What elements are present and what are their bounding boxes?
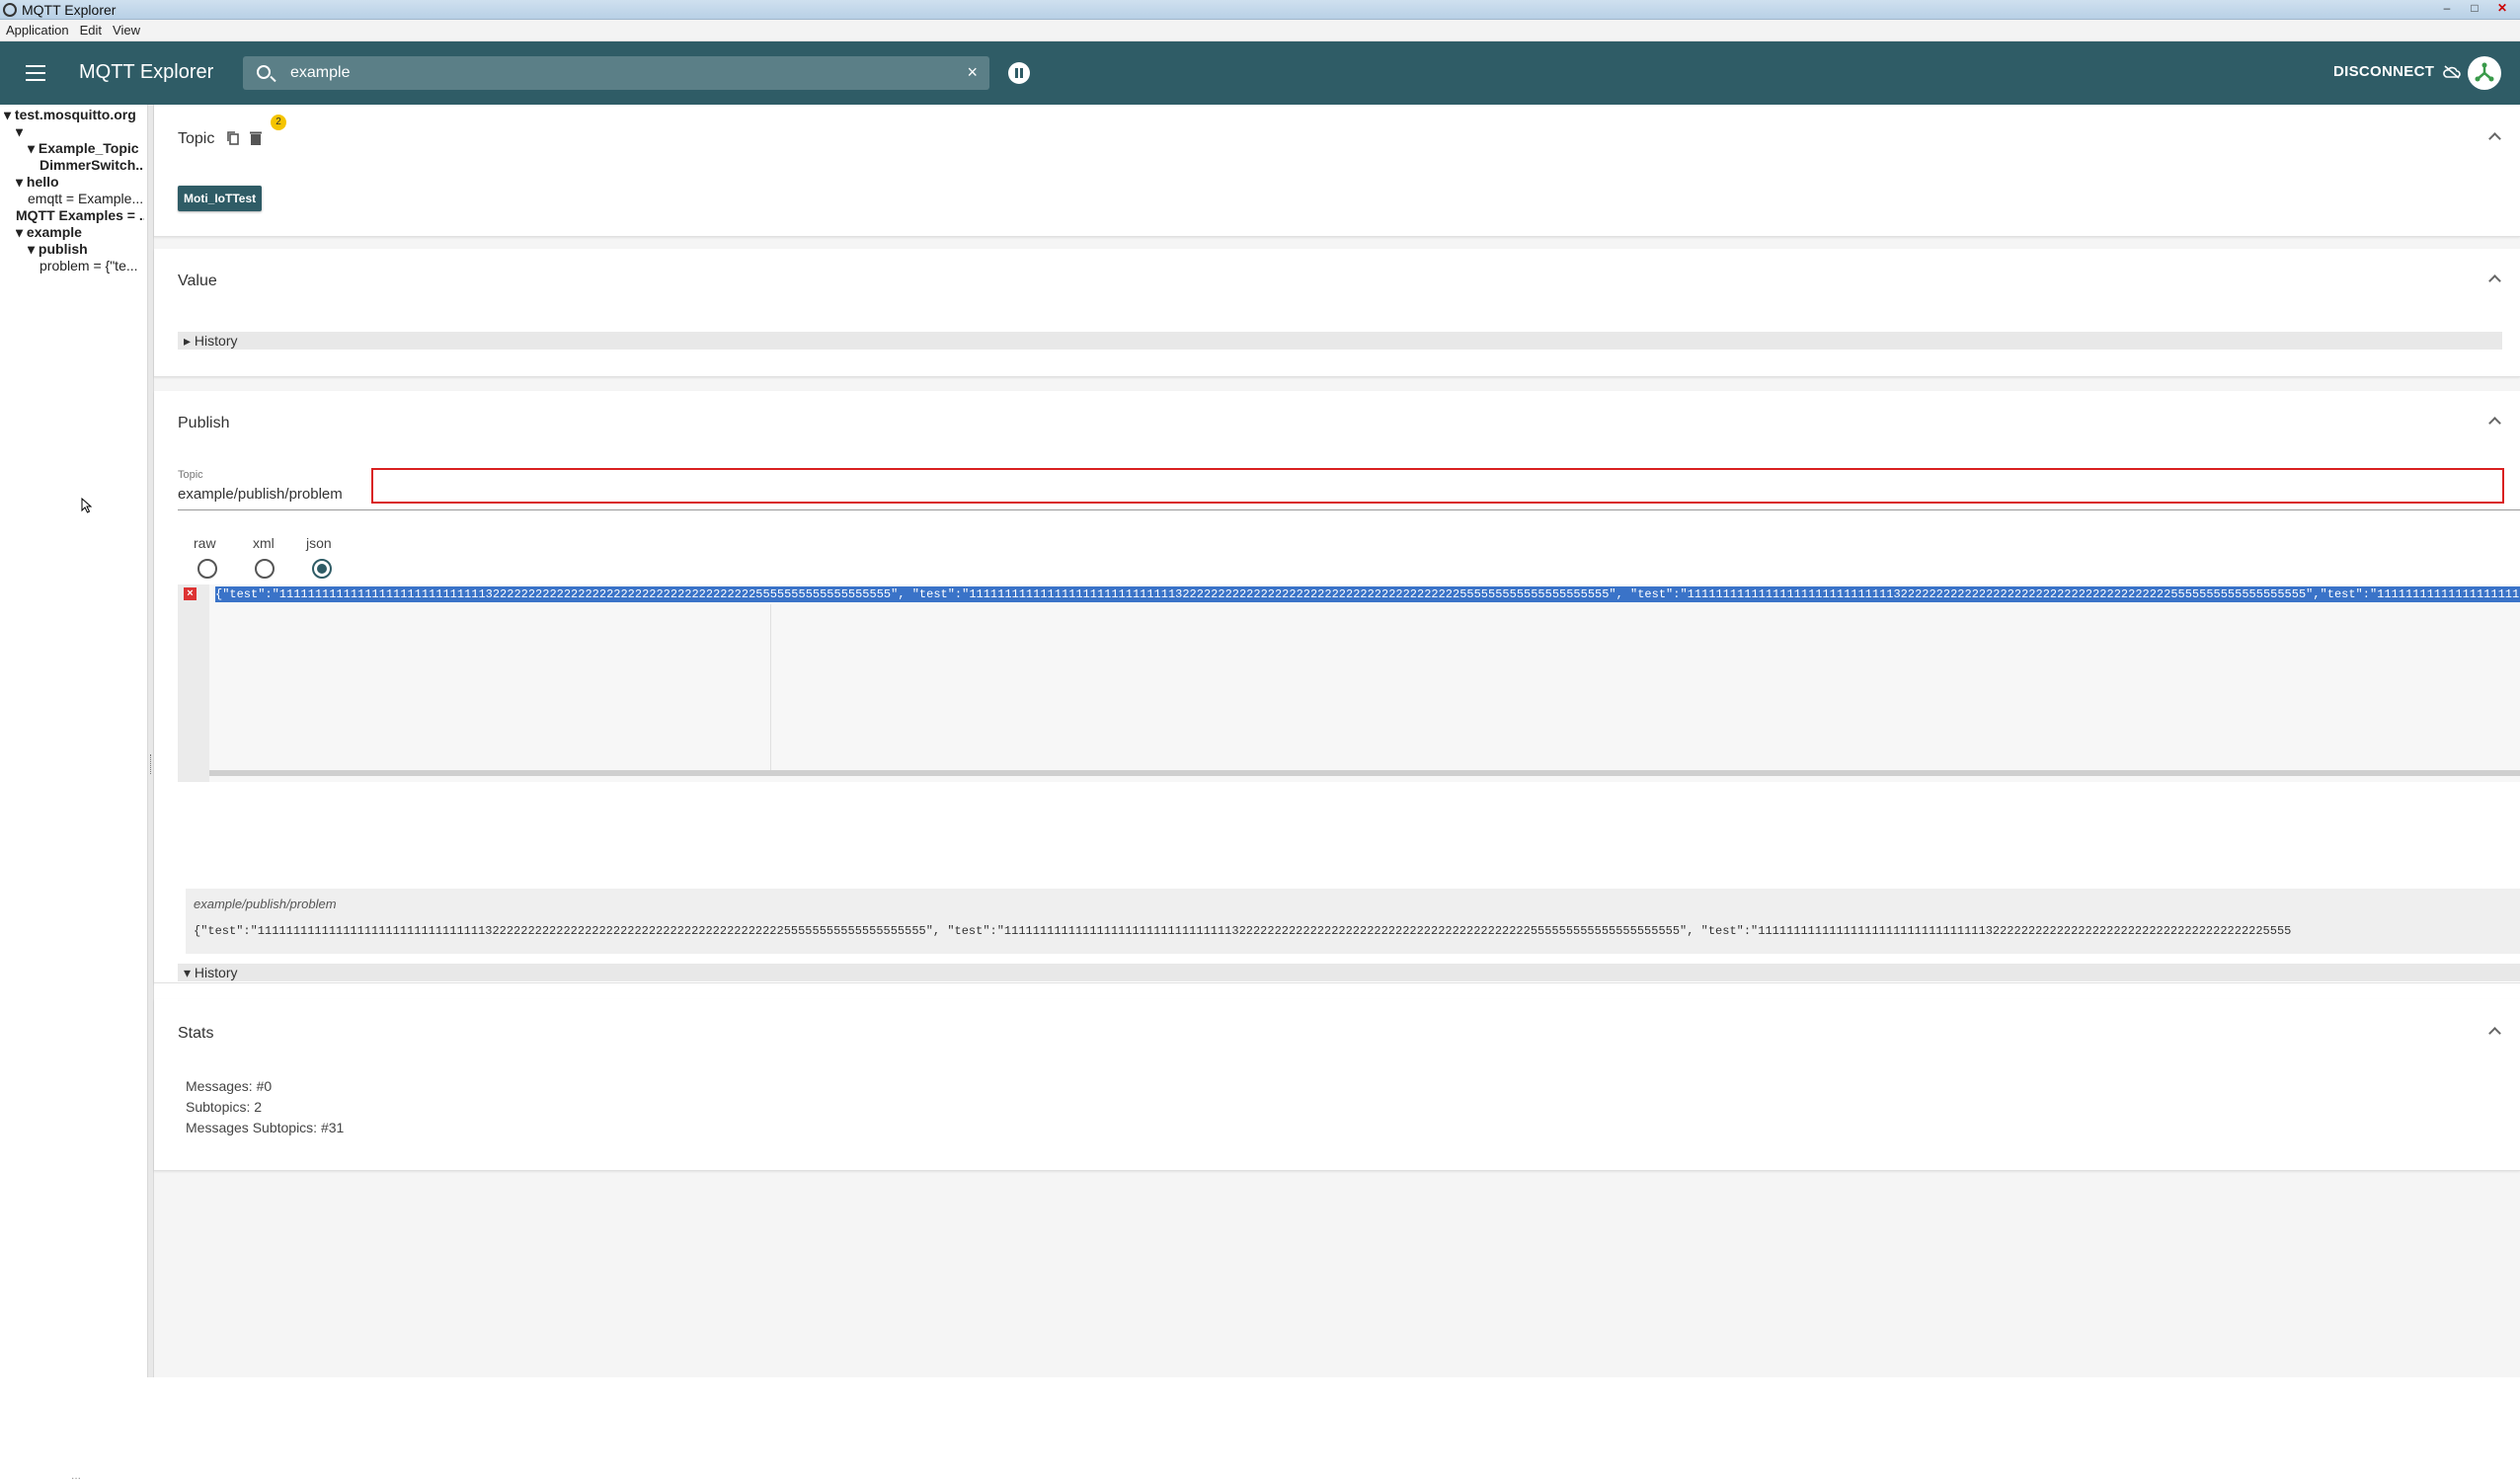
stats-card-title: Stats — [178, 1025, 214, 1042]
tree-node-root[interactable]: ▾ — [16, 123, 23, 140]
tree-node-example-topic[interactable]: ▾ Example_Topic — [28, 140, 139, 157]
clear-search-icon[interactable]: × — [967, 62, 978, 83]
tree-node-dimmerswitch[interactable]: DimmerSwitch... — [39, 157, 144, 173]
menu-edit[interactable]: Edit — [74, 20, 107, 38]
collapse-topic-icon[interactable] — [2488, 130, 2500, 142]
topic-tree: ▾ test.mosquitto.org ▾ ▾ Example_Topic D… — [0, 105, 148, 1482]
menu-application[interactable]: Application — [0, 20, 74, 38]
close-button[interactable]: ✕ — [2490, 0, 2514, 16]
details-panel: Topic 2 Moti_IoTTest Value ▸ History Pub… — [154, 105, 2520, 1377]
publish-topic-input[interactable] — [371, 468, 2504, 504]
print-margin — [770, 604, 771, 770]
maximize-button[interactable]: □ — [2463, 0, 2486, 16]
app-icon — [3, 3, 17, 17]
history-value: {"test":"1111111111111111111111111111111… — [194, 924, 2292, 938]
topic-card: Topic 2 Moti_IoTTest — [154, 105, 2520, 237]
menu-icon[interactable] — [26, 65, 45, 81]
tree-node-problem[interactable]: problem = {"te... — [39, 258, 144, 273]
history-topic: example/publish/problem — [194, 897, 337, 911]
topic-card-title: Topic — [178, 130, 215, 147]
app-title: MQTT Explorer — [79, 61, 214, 83]
menu-view[interactable]: View — [107, 20, 145, 38]
delete-count-badge: 2 — [271, 115, 286, 130]
topic-chip[interactable]: Moti_IoTTest — [178, 186, 263, 211]
copy-icon[interactable] — [226, 130, 240, 146]
format-xml-label: xml — [253, 535, 275, 551]
format-raw-label: raw — [194, 535, 216, 551]
publish-topic-underline — [178, 509, 2520, 510]
mouse-cursor-icon — [81, 498, 93, 513]
delete-icon[interactable] — [249, 130, 263, 146]
tree-node-example[interactable]: ▾ example — [16, 224, 82, 241]
publish-history-entry: example/publish/problem {"test":"1111111… — [186, 889, 2520, 954]
stats-subtopics: Subtopics: 2 — [186, 1099, 263, 1115]
format-xml-radio[interactable] — [255, 559, 275, 579]
disconnect-button[interactable]: DISCONNECT — [2333, 63, 2434, 80]
cloud-off-icon — [2443, 65, 2461, 79]
tree-node-broker[interactable]: ▾ test.mosquitto.org — [4, 107, 136, 123]
tree-node-hello[interactable]: ▾ hello — [16, 174, 59, 191]
search-box[interactable]: × — [243, 56, 989, 90]
publish-topic-label: Topic — [178, 469, 203, 481]
tree-node-mqtt-examples[interactable]: MQTT Examples = ... — [16, 207, 144, 223]
publish-history-toggle[interactable]: ▾ History — [178, 964, 2520, 981]
pause-icon[interactable] — [1008, 62, 1030, 84]
publish-card-title: Publish — [178, 415, 230, 431]
tree-node-publish[interactable]: ▾ publish — [28, 241, 88, 258]
value-card-title: Value — [178, 273, 217, 289]
format-json-radio[interactable] — [312, 559, 332, 579]
collapse-stats-icon[interactable] — [2488, 1025, 2500, 1037]
search-input[interactable] — [288, 60, 920, 86]
app-header: MQTT Explorer × DISCONNECT — [0, 41, 2520, 105]
pane-splitter[interactable] — [147, 105, 154, 1377]
publish-topic-value[interactable]: example/publish/problem — [178, 486, 343, 503]
window-controls: – □ ✕ — [2435, 0, 2514, 16]
format-raw-radio[interactable] — [197, 559, 217, 579]
stats-card: Stats Messages: #0 Subtopics: 2 Messages… — [154, 999, 2520, 1171]
collapse-publish-icon[interactable] — [2488, 415, 2500, 427]
minimize-button[interactable]: – — [2435, 0, 2459, 16]
stats-messages: Messages: #0 — [186, 1078, 273, 1094]
avatar[interactable] — [2468, 56, 2501, 90]
payload-editor[interactable]: × {"test":"11111111111111111111111111111… — [178, 585, 2520, 782]
tree-footer: ... — [71, 1468, 82, 1482]
search-icon — [257, 65, 271, 79]
error-icon: × — [184, 587, 197, 600]
editor-line[interactable]: {"test":"1111111111111111111111111111132… — [215, 586, 2520, 602]
format-json-label: json — [306, 535, 332, 551]
editor-gutter: × — [178, 585, 209, 782]
value-history-toggle[interactable]: ▸ History — [178, 332, 2502, 350]
window-title: MQTT Explorer — [22, 2, 117, 18]
value-card: Value ▸ History — [154, 249, 2520, 377]
menu-bar: Application Edit View — [0, 20, 2520, 41]
collapse-value-icon[interactable] — [2488, 273, 2500, 284]
editor-scrollbar[interactable] — [209, 770, 2520, 776]
window-titlebar: MQTT Explorer – □ ✕ — [0, 0, 2520, 20]
connection-icon — [2472, 60, 2497, 86]
stats-messages-subtopics: Messages Subtopics: #31 — [186, 1120, 345, 1135]
tree-node-emqtt[interactable]: emqtt = Example... — [28, 191, 144, 206]
